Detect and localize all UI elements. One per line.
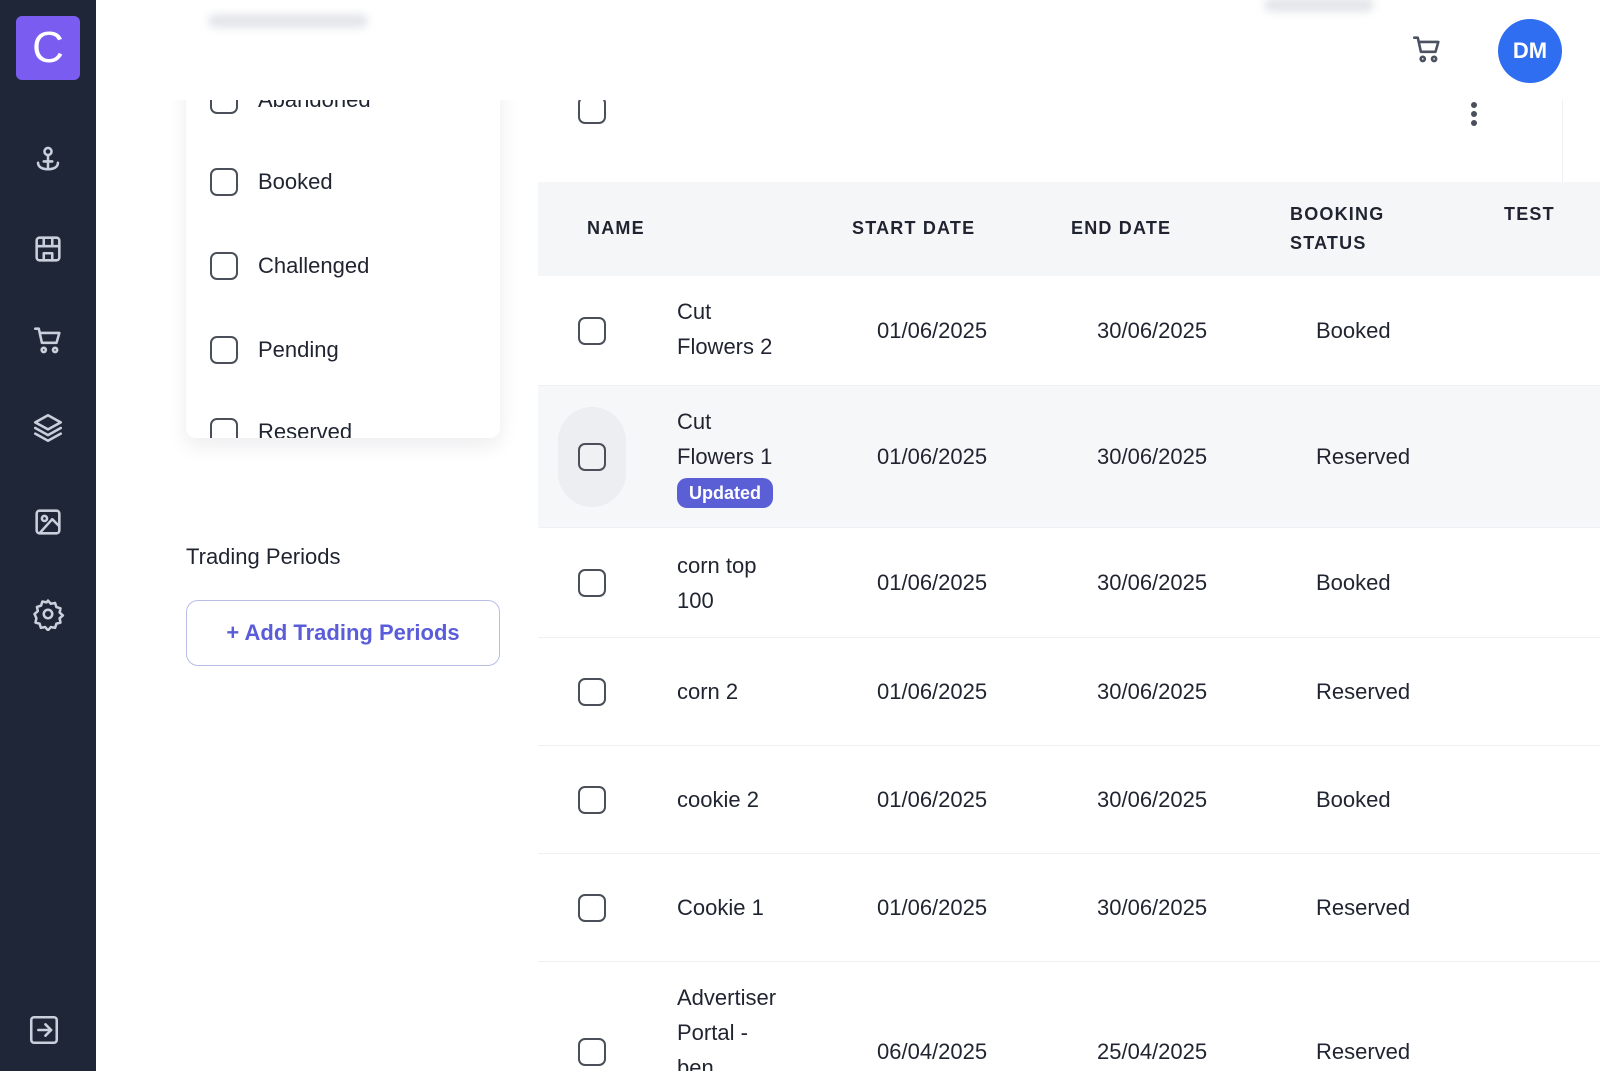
cell-end-date: 30/06/2025 <box>1097 318 1208 343</box>
row-checkbox[interactable] <box>578 786 606 814</box>
cell-end-date: 30/06/2025 <box>1097 679 1208 704</box>
cell-name: Advertiser Portal - ben <box>677 985 777 1071</box>
filter-checkbox[interactable] <box>210 252 238 280</box>
cell-start-date: 01/06/2025 <box>877 787 988 812</box>
column-header-start-date[interactable]: START DATE <box>852 214 975 243</box>
table-row[interactable]: Cut Flowers 2 01/06/2025 30/06/2025 Booke… <box>538 276 1600 386</box>
cell-start-date: 01/06/2025 <box>877 444 988 469</box>
filter-label: Reserved <box>258 419 353 438</box>
top-bar: DM <box>96 0 1600 100</box>
updated-badge: Updated <box>677 478 773 508</box>
layers-icon[interactable] <box>30 410 66 446</box>
column-header-name[interactable]: NAME <box>587 214 645 243</box>
cell-start-date: 01/06/2025 <box>877 570 988 595</box>
app-logo[interactable]: C <box>16 16 80 80</box>
cell-name: cookie 2 <box>677 787 759 812</box>
cell-start-date: 01/06/2025 <box>877 679 988 704</box>
filter-checkbox[interactable] <box>210 418 238 438</box>
cell-booking-status: Booked <box>1316 318 1391 343</box>
filter-checkbox[interactable] <box>210 336 238 364</box>
cell-start-date: 01/06/2025 <box>877 318 988 343</box>
table-row[interactable]: Cookie 1 01/06/2025 30/06/2025 Reserved <box>538 854 1600 962</box>
row-checkbox[interactable] <box>578 569 606 597</box>
cell-name: corn 2 <box>677 679 739 704</box>
add-trading-periods-button[interactable]: + Add Trading Periods <box>186 600 500 666</box>
anchor-icon[interactable] <box>30 142 66 178</box>
cell-start-date: 06/04/2025 <box>877 1039 988 1064</box>
column-header-line: STATUS <box>1290 233 1367 253</box>
cell-name: Cut Flowers 1 Updated <box>677 404 773 509</box>
table-row[interactable]: Advertiser Portal - ben 06/04/2025 25/04/2… <box>538 962 1600 1071</box>
user-avatar[interactable]: DM <box>1498 19 1562 83</box>
column-header-line: BOOKING <box>1290 204 1385 224</box>
filter-option-reserved[interactable]: Reserved <box>210 416 352 438</box>
filter-label: Pending <box>258 337 339 362</box>
image-icon[interactable] <box>30 504 66 540</box>
avatar-initials: DM <box>1512 38 1548 63</box>
table-row[interactable]: cookie 2 01/06/2025 30/06/2025 Booked <box>538 746 1600 854</box>
cell-name: corn top 100 <box>677 553 757 613</box>
blurred-heading <box>208 14 368 28</box>
row-checkbox[interactable] <box>578 894 606 922</box>
column-header-booking-status[interactable]: BOOKING STATUS <box>1290 200 1384 258</box>
trading-periods-label: Trading Periods <box>186 544 341 569</box>
column-header-test[interactable]: TEST <box>1504 200 1555 229</box>
filter-option-challenged[interactable]: Challenged <box>210 250 369 282</box>
cell-end-date: 30/06/2025 <box>1097 895 1208 920</box>
blurred-control <box>1264 0 1374 12</box>
filter-checkbox[interactable] <box>210 168 238 196</box>
sidebar: C <box>0 0 96 1071</box>
cell-booking-status: Reserved <box>1316 444 1411 469</box>
row-checkbox[interactable] <box>578 443 606 471</box>
row-checkbox[interactable] <box>578 1038 606 1066</box>
cart-nav-icon[interactable] <box>30 322 66 358</box>
gear-icon[interactable] <box>30 596 66 632</box>
booking-status-filter: Abandoned Booked Challenged Pending Rese… <box>186 70 500 438</box>
table-row[interactable]: corn 2 01/06/2025 30/06/2025 Reserved <box>538 638 1600 746</box>
cart-icon[interactable] <box>1410 32 1446 68</box>
cell-end-date: 30/06/2025 <box>1097 787 1208 812</box>
filter-label: Challenged <box>258 253 370 278</box>
cell-start-date: 01/06/2025 <box>877 895 988 920</box>
cell-booking-status: Reserved <box>1316 679 1411 704</box>
cell-booking-status: Booked <box>1316 570 1391 595</box>
cell-booking-status: Reserved <box>1316 895 1411 920</box>
select-all-checkbox[interactable] <box>578 96 606 124</box>
row-checkbox[interactable] <box>578 317 606 345</box>
cell-booking-status: Reserved <box>1316 1039 1411 1064</box>
cell-booking-status: Booked <box>1316 787 1391 812</box>
filter-label: Booked <box>258 169 333 194</box>
filter-option-pending[interactable]: Pending <box>210 334 339 366</box>
table-row[interactable]: Cut Flowers 1 Updated 01/06/2025 30/06/20… <box>538 386 1600 528</box>
table-header: NAME START DATE END DATE BOOKING STATUS … <box>538 182 1600 276</box>
cell-end-date: 30/06/2025 <box>1097 444 1208 469</box>
column-header-end-date[interactable]: END DATE <box>1071 214 1171 243</box>
more-options-icon[interactable] <box>1468 102 1480 126</box>
logout-icon[interactable] <box>26 1012 62 1048</box>
cell-end-date: 25/04/2025 <box>1097 1039 1208 1064</box>
store-icon[interactable] <box>30 231 66 267</box>
row-checkbox[interactable] <box>578 678 606 706</box>
logo-letter: C <box>32 23 64 72</box>
cell-name: Cookie 1 <box>677 895 764 920</box>
bookings-table: NAME START DATE END DATE BOOKING STATUS … <box>538 0 1600 1071</box>
cell-end-date: 30/06/2025 <box>1097 570 1208 595</box>
cell-name: Cut Flowers 2 <box>677 299 773 359</box>
table-row[interactable]: corn top 100 01/06/2025 30/06/2025 Booked <box>538 528 1600 638</box>
filter-option-booked[interactable]: Booked <box>210 166 333 198</box>
